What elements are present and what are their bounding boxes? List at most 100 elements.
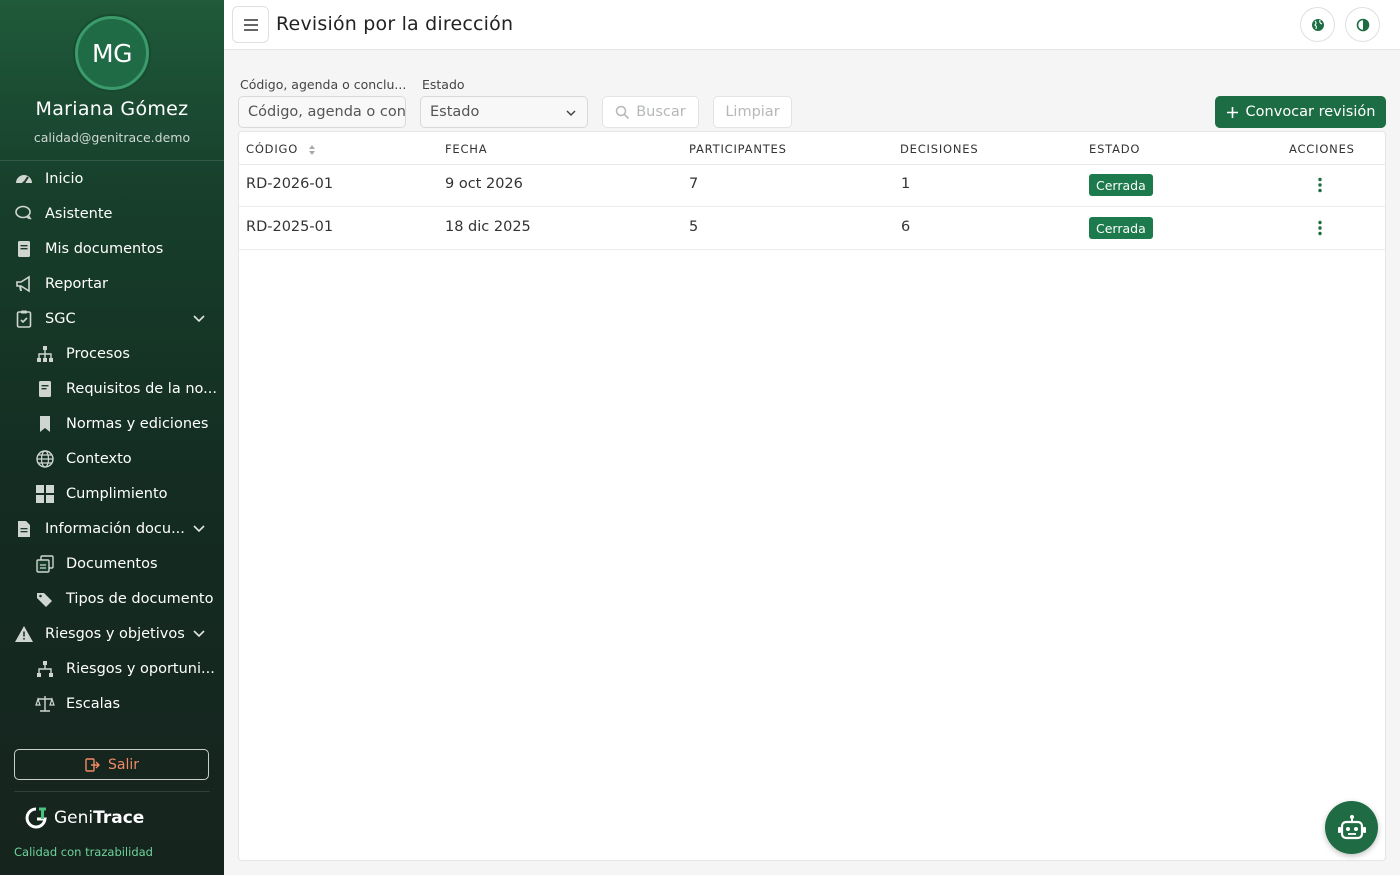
row-actions-button[interactable] [1308,173,1332,197]
sidebar-nav: Inicio Asistente Mis documentos Reportar [0,161,224,731]
menu-toggle-button[interactable] [232,6,269,43]
status-badge: Cerrada [1089,217,1153,239]
brand-prefix: Geni [54,808,94,828]
chevron-down-icon [193,525,205,533]
sidebar-item-procesos[interactable]: Procesos [0,336,224,371]
search-button[interactable]: Buscar [602,96,699,128]
sidebar-item-label: Reportar [45,275,108,292]
sidebar-item-label: Documentos [66,555,158,572]
sidebar-item-documentos[interactable]: Documentos [0,546,224,581]
sidebar-item-tipos-documento[interactable]: Tipos de documento [0,581,224,616]
column-header-decisiones: DECISIONES [900,142,979,156]
sidebar-item-label: Información docu... [45,520,185,537]
document-icon [14,239,34,259]
logout-button[interactable]: Salir [14,749,209,780]
robot-icon [1337,814,1366,839]
sidebar-item-label: Requisitos de la no... [66,380,217,397]
sidebar-item-label: Contexto [66,450,132,467]
contrast-icon [1356,18,1369,31]
sidebar-item-inicio[interactable]: Inicio [0,161,224,196]
avatar[interactable]: MG [75,16,149,90]
kebab-menu-icon [1318,220,1322,236]
sidebar-item-label: SGC [45,310,76,327]
cell-date: 18 dic 2025 [445,219,531,235]
sidebar-item-informacion-documentada[interactable]: Información docu... [0,511,224,546]
sidebar-item-reportar[interactable]: Reportar [0,266,224,301]
clear-button[interactable]: Limpiar [713,96,792,128]
column-header-fecha: FECHA [445,142,488,156]
sidebar-item-normas[interactable]: Normas y ediciones [0,406,224,441]
file-text-icon [14,519,34,539]
genitrace-logo-icon [25,807,47,829]
language-button[interactable] [1300,7,1335,42]
chevron-down-icon [193,630,205,638]
cell-date: 9 oct 2026 [445,176,523,192]
page-title: Revisión por la dirección [276,13,514,35]
user-name: Mariana Gómez [35,98,189,120]
cell-code: RD-2025-01 [246,219,334,235]
documents-stack-icon [35,554,55,574]
sidebar-item-label: Asistente [45,205,113,222]
sidebar-item-sgc[interactable]: SGC [0,301,224,336]
column-header-codigo[interactable]: CÓDIGO [246,142,316,156]
bookmark-icon [35,414,55,434]
status-select[interactable]: Estado [420,96,588,128]
theme-toggle-button[interactable] [1345,7,1380,42]
clear-button-label: Limpiar [725,104,780,120]
search-input[interactable]: Código, agenda o conc [238,96,406,128]
sidebar-item-label: Riesgos y oportuni... [66,660,215,677]
cell-participants: 5 [689,219,699,235]
sitemap-icon [35,659,55,679]
sidebar-item-contexto[interactable]: Contexto [0,441,224,476]
column-header-acciones: ACCIONES [1289,142,1355,156]
chevron-down-icon [193,315,205,323]
sidebar-item-riesgos-oportunidades[interactable]: Riesgos y oportuni... [0,651,224,686]
tags-icon [35,589,55,609]
sidebar-item-escalas[interactable]: Escalas [0,686,224,721]
hamburger-icon [243,18,258,31]
chevron-down-icon [566,110,576,117]
status-select-value: Estado [430,104,480,120]
sidebar-item-label: Riesgos y objetivos [45,625,185,642]
kebab-menu-icon [1318,177,1322,193]
user-email: calidad@genitrace.demo [33,130,191,145]
table-row[interactable]: RD-2025-01 18 dic 2025 5 6 Cerrada [239,207,1385,250]
dashboard-icon [14,169,34,189]
sidebar-item-riesgos-objetivos[interactable]: Riesgos y objetivos [0,616,224,651]
assistant-fab-button[interactable] [1325,801,1378,854]
sidebar-item-mis-documentos[interactable]: Mis documentos [0,231,224,266]
sidebar-item-label: Normas y ediciones [66,415,209,432]
grid-icon [35,484,55,504]
clipboard-check-icon [14,309,34,329]
megaphone-icon [14,274,34,294]
search-field-label: Código, agenda o conclu... [240,77,407,92]
column-header-estado: ESTADO [1089,142,1141,156]
chat-icon [14,204,34,224]
cell-decisions: 6 [901,219,911,235]
convene-review-button[interactable]: Convocar revisión [1215,96,1386,128]
column-header-participantes: PARTICIPANTES [689,142,787,156]
sidebar-item-requisitos[interactable]: Requisitos de la no... [0,371,224,406]
sidebar-item-asistente[interactable]: Asistente [0,196,224,231]
sidebar-item-label: Procesos [66,345,130,362]
cell-decisions: 1 [901,176,911,192]
status-field-label: Estado [422,77,465,92]
sidebar-item-label: Escalas [66,695,121,712]
plus-icon [1226,106,1238,118]
brand-bold: Trace [93,808,145,828]
sidebar-item-cumplimiento[interactable]: Cumplimiento [0,476,224,511]
row-actions-button[interactable] [1308,216,1332,240]
search-icon [615,105,630,119]
table-row[interactable]: RD-2026-01 9 oct 2026 7 1 Cerrada [239,164,1385,207]
logout-icon [85,757,100,772]
sort-icon [308,144,315,155]
globe-icon [35,449,55,469]
warning-icon [14,624,34,644]
sidebar-item-label: Cumplimiento [66,485,168,502]
sidebar-item-label: Tipos de documento [66,590,214,607]
sidebar-item-label: Mis documentos [45,240,164,257]
cell-participants: 7 [689,176,699,192]
convene-review-label: Convocar revisión [1245,104,1376,120]
file-icon [35,379,55,399]
logout-label: Salir [107,756,139,773]
